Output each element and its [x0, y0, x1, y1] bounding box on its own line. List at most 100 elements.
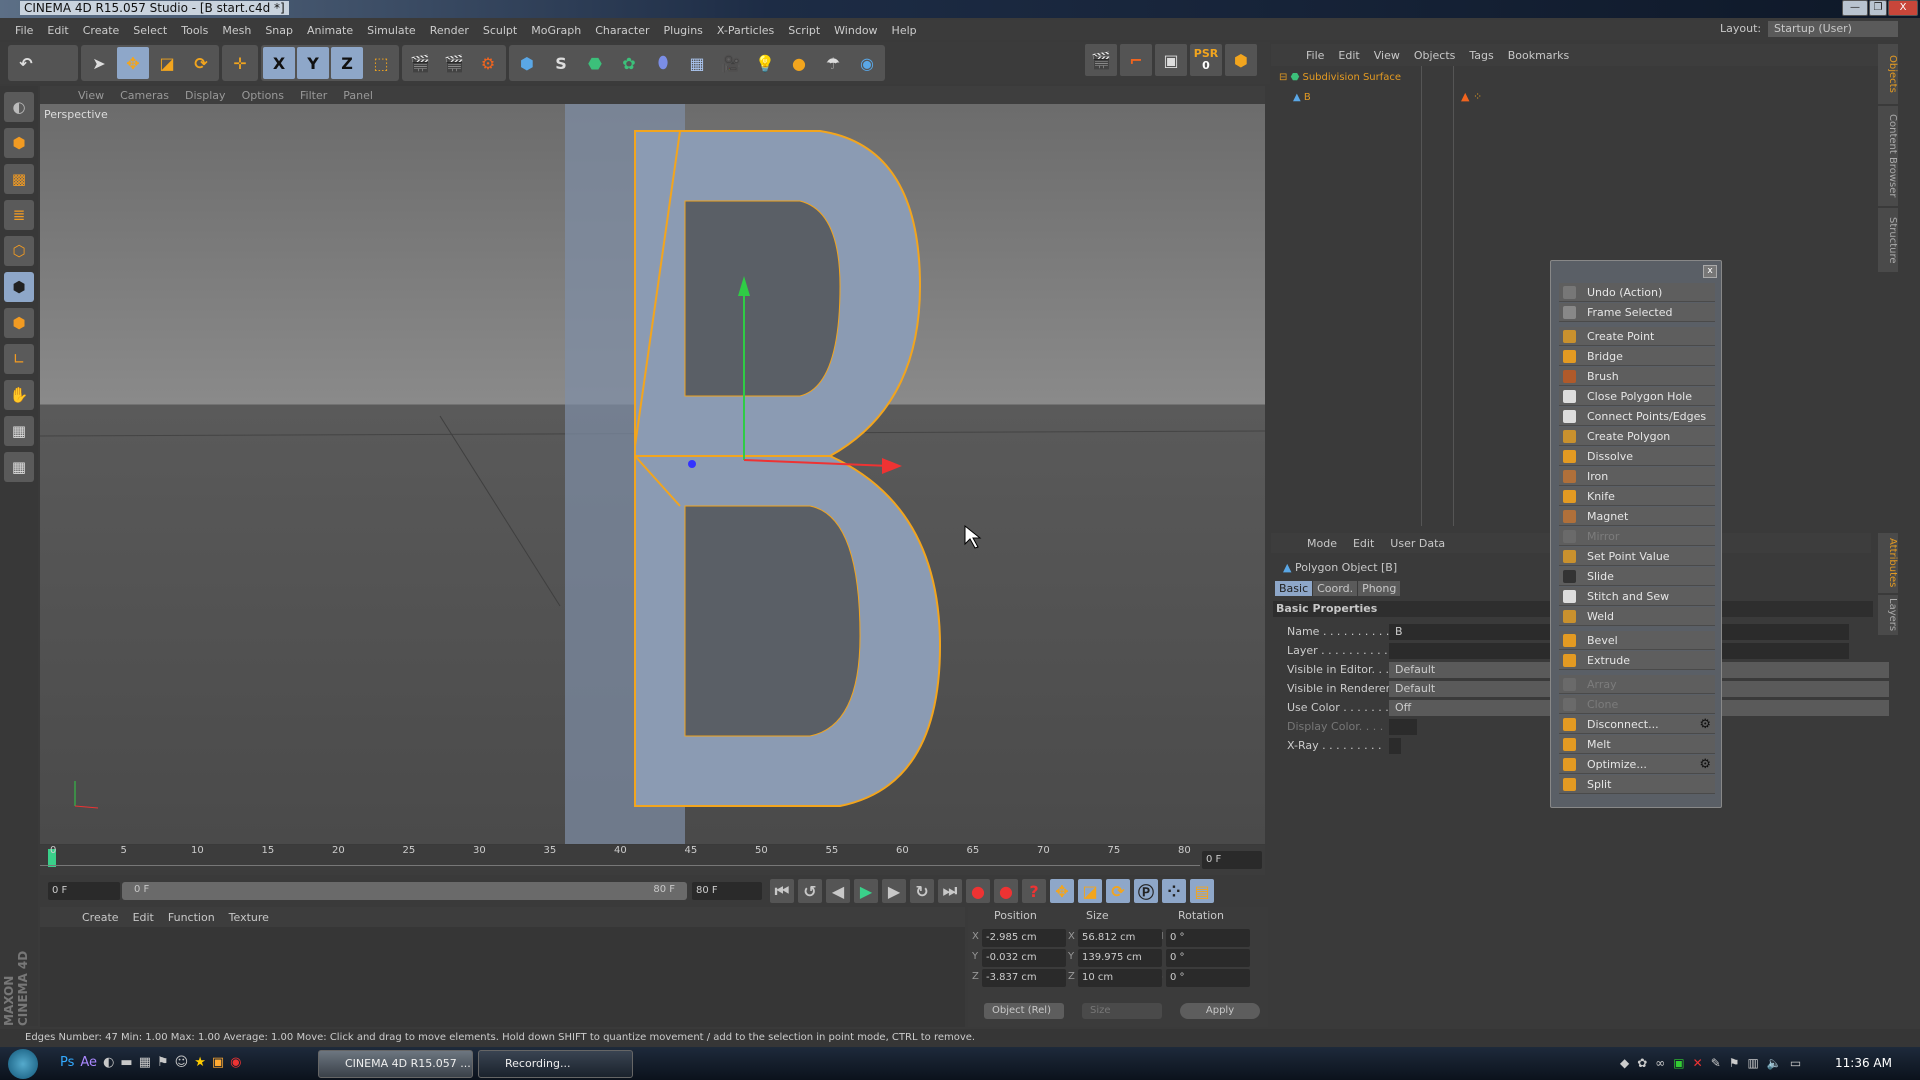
close-button[interactable]: X — [1888, 0, 1918, 16]
task-cinema4d[interactable]: CINEMA 4D R15.057 ... — [318, 1050, 473, 1078]
tab-coord[interactable]: Coord. — [1313, 581, 1358, 596]
objects-side-tab[interactable]: Objects — [1878, 44, 1898, 104]
rotation-field[interactable]: 0 ° — [1166, 969, 1250, 987]
size-field[interactable]: 139.975 cm — [1078, 949, 1162, 967]
physical-sky-icon[interactable]: ☂ — [817, 47, 849, 79]
menu-simulate[interactable]: Simulate — [360, 24, 423, 37]
menu-character[interactable]: Character — [588, 24, 656, 37]
workplane-icon[interactable]: ▦ — [4, 452, 34, 482]
spline-icon[interactable]: S — [545, 47, 577, 79]
network-icon[interactable]: ⚑ — [157, 1055, 169, 1070]
menu-item-optimize[interactable]: Optimize... ⚙ — [1559, 755, 1715, 774]
menu-x-particles[interactable]: X-Particles — [710, 24, 781, 37]
texture-mode-icon[interactable]: ▩ — [4, 164, 34, 194]
render-picture-viewer-icon[interactable]: 🎬 — [438, 47, 470, 79]
menu-snap[interactable]: Snap — [258, 24, 300, 37]
tray-icon[interactable]: ◆ — [1620, 1056, 1629, 1070]
current-frame-field[interactable]: 0 F — [1202, 851, 1262, 869]
menu-edit[interactable]: Edit — [40, 24, 75, 37]
light-icon[interactable]: 💡 — [749, 47, 781, 79]
model-mode-icon[interactable]: ⬢ — [4, 128, 34, 158]
tray-icon[interactable]: ✿ — [1637, 1056, 1647, 1070]
redo-icon[interactable] — [44, 47, 76, 79]
menu-item-bridge[interactable]: Bridge — [1559, 347, 1715, 366]
cube-tag-icon[interactable]: ⬢ — [1225, 44, 1257, 76]
phong-tag-icon[interactable]: ▲ ⁘ — [1461, 90, 1482, 103]
object-menu-file[interactable]: File — [1299, 49, 1331, 62]
field-value[interactable] — [1389, 719, 1417, 735]
maximize-button[interactable]: ❐ — [1869, 0, 1887, 16]
menu-plugins[interactable]: Plugins — [657, 24, 710, 37]
object-menu-view[interactable]: View — [1367, 49, 1407, 62]
rotation-field[interactable]: 0 ° — [1166, 929, 1250, 947]
keyframe-selection-icon[interactable]: ? — [1022, 879, 1046, 903]
object-menu-edit[interactable]: Edit — [1331, 49, 1366, 62]
select-tool-icon[interactable]: ➤ — [83, 47, 115, 79]
live-selection-icon[interactable]: ✛ — [224, 47, 256, 79]
viewport-menu-options[interactable]: Options — [234, 89, 292, 102]
material-menu-function[interactable]: Function — [161, 911, 222, 924]
menu-window[interactable]: Window — [827, 24, 884, 37]
menu-item-slide[interactable]: Slide — [1559, 567, 1715, 586]
users-icon[interactable]: ☺ — [175, 1055, 189, 1070]
gear-icon[interactable]: ⚙ — [1699, 715, 1711, 734]
display-icon[interactable]: ▭ — [1790, 1056, 1801, 1070]
go-to-end-icon[interactable]: ⏭ — [938, 879, 962, 903]
next-key-icon[interactable]: ↻ — [910, 879, 934, 903]
task-recording[interactable]: Recording... — [478, 1050, 633, 1078]
material-menu-edit[interactable]: Edit — [126, 911, 161, 924]
tweak-mode-icon[interactable]: ✋ — [4, 380, 34, 410]
menu-item-mirror[interactable]: Mirror — [1559, 527, 1715, 546]
tab-basic[interactable]: Basic — [1275, 581, 1313, 596]
prev-key-icon[interactable]: ↺ — [798, 879, 822, 903]
go-to-start-icon[interactable]: ⏮ — [770, 879, 794, 903]
star-icon[interactable]: ★ — [194, 1055, 206, 1070]
menu-render[interactable]: Render — [423, 24, 476, 37]
menu-item-undo-action[interactable]: Undo (Action) — [1559, 283, 1715, 302]
drive-icon[interactable]: ▬ — [120, 1055, 132, 1070]
tray-icon[interactable]: ∞ — [1655, 1056, 1665, 1070]
layout-dropdown[interactable]: Startup (User) — [1768, 21, 1898, 37]
camera-icon[interactable]: 🎥 — [715, 47, 747, 79]
viewport-menu-panel[interactable]: Panel — [335, 89, 381, 102]
viewport-menu-view[interactable]: View — [70, 89, 112, 102]
calculator-icon[interactable]: ▦ — [139, 1055, 151, 1070]
context-close-button[interactable]: x — [1703, 265, 1717, 278]
key-pla-icon[interactable]: ⁘ — [1162, 879, 1186, 903]
3d-viewport[interactable]: View Cameras Display Options Filter Panel Per… — [40, 86, 1265, 844]
play-icon[interactable]: ▶ — [854, 879, 878, 903]
prev-frame-icon[interactable]: ◀ — [826, 879, 850, 903]
structure-side-tab[interactable]: Structure — [1878, 208, 1898, 272]
menu-item-extrude[interactable]: Extrude — [1559, 651, 1715, 670]
xyz-tag-icon[interactable]: ● — [783, 47, 815, 79]
network-tray-icon[interactable]: ▥ — [1748, 1056, 1759, 1070]
autokey-icon[interactable]: ● — [994, 879, 1018, 903]
snap-icon[interactable]: ◉ — [851, 47, 883, 79]
menu-item-iron[interactable]: Iron — [1559, 467, 1715, 486]
rotation-field[interactable]: 0 ° — [1166, 949, 1250, 967]
menu-item-create-polygon[interactable]: Create Polygon — [1559, 427, 1715, 446]
minimize-button[interactable]: — — [1842, 0, 1868, 16]
tab-phong[interactable]: Phong — [1358, 581, 1401, 596]
key-rotation-icon[interactable]: ⟳ — [1106, 879, 1130, 903]
timeline-icon[interactable]: 🎬 — [1085, 44, 1117, 76]
make-editable-icon[interactable]: ◐ — [4, 92, 34, 122]
menu-item-connect-points-edges[interactable]: Connect Points/Edges — [1559, 407, 1715, 426]
flag-icon[interactable]: ⚑ — [1729, 1056, 1740, 1070]
menu-item-create-point[interactable]: Create Point — [1559, 327, 1715, 346]
psr-button[interactable]: PSR 0 — [1190, 44, 1222, 76]
key-position-icon[interactable]: ✥ — [1050, 879, 1074, 903]
scale-tool-icon[interactable]: ◪ — [151, 47, 183, 79]
object-menu-bookmarks[interactable]: Bookmarks — [1501, 49, 1576, 62]
viewport-menu-cameras[interactable]: Cameras — [112, 89, 177, 102]
render-view-icon[interactable]: 🎬 — [404, 47, 436, 79]
size-field[interactable]: 10 cm — [1078, 969, 1162, 987]
undo-icon[interactable]: ↶ — [10, 47, 42, 79]
folder-icon[interactable]: ▣ — [212, 1055, 224, 1070]
snapping-icon[interactable]: ▦ — [4, 416, 34, 446]
edges-mode-icon[interactable]: ⬢ — [4, 272, 34, 302]
attributes-side-tab[interactable]: Attributes — [1878, 533, 1898, 593]
content-browser-side-tab[interactable]: Content Browser — [1878, 106, 1898, 206]
render-settings-icon[interactable]: ⚙ — [472, 47, 504, 79]
after-effects-icon[interactable]: Ae — [80, 1055, 97, 1070]
